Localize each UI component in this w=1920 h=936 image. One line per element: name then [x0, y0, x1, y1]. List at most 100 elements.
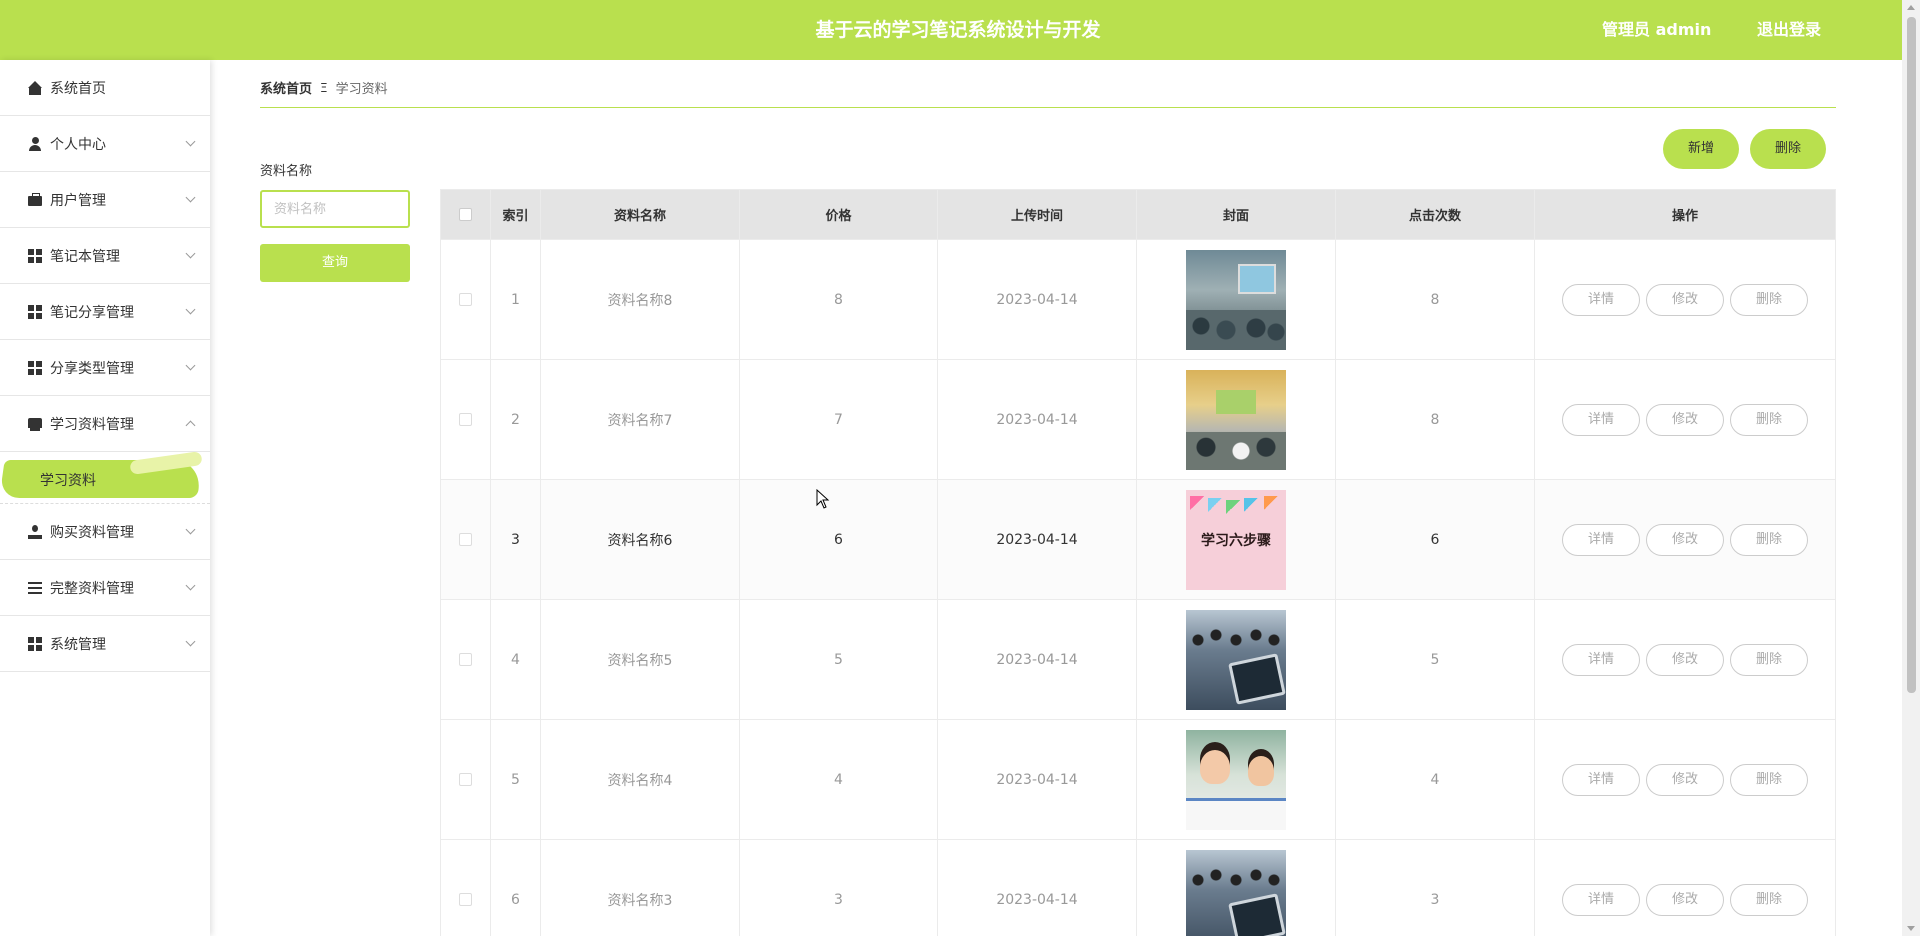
scroll-down-arrow-icon[interactable] — [1907, 926, 1915, 931]
sidebar-item-label: 笔记本管理 — [50, 248, 120, 265]
chevron-down-icon — [185, 304, 196, 315]
bunting-flags — [1186, 495, 1286, 516]
cover-image — [1186, 369, 1286, 470]
cell-name: 资料名称5 — [541, 600, 740, 719]
cell-name: 资料名称3 — [541, 840, 740, 936]
column-header: 封面 — [1137, 190, 1336, 239]
cell-clicks: 5 — [1336, 600, 1535, 719]
detail-button[interactable]: 详情 — [1562, 523, 1640, 556]
book-icon — [28, 417, 42, 431]
user-icon — [28, 136, 42, 151]
edit-button[interactable]: 修改 — [1646, 523, 1724, 556]
delete-button[interactable]: 删除 — [1730, 763, 1808, 796]
sidebar-item-purchase-management[interactable]: 购买资料管理 — [0, 504, 210, 560]
sidebar-item-label: 系统首页 — [50, 80, 106, 97]
delete-button[interactable]: 删除 — [1730, 643, 1808, 676]
delete-button[interactable]: 删除 — [1730, 523, 1808, 556]
page-scrollbar[interactable] — [1902, 0, 1920, 936]
edit-button[interactable]: 修改 — [1646, 763, 1724, 796]
delete-button[interactable]: 删除 — [1730, 283, 1808, 316]
column-header: 点击次数 — [1336, 190, 1535, 239]
add-button[interactable]: 新增 — [1663, 129, 1739, 169]
cell-name: 资料名称6 — [541, 480, 740, 599]
edit-button[interactable]: 修改 — [1646, 883, 1724, 916]
cell-cover — [1137, 600, 1336, 719]
cell-date: 2023-04-14 — [938, 360, 1137, 479]
cell-date: 2023-04-14 — [938, 840, 1137, 936]
sidebar-item-notebook-management[interactable]: 笔记本管理 — [0, 228, 210, 284]
cell-ops: 详情 修改 删除 — [1535, 360, 1835, 479]
cell-cover — [1137, 840, 1336, 936]
chevron-down-icon — [185, 360, 196, 371]
search-label: 资料名称 — [260, 164, 313, 179]
detail-button[interactable]: 详情 — [1562, 883, 1640, 916]
row-checkbox[interactable] — [459, 653, 472, 666]
search-input[interactable] — [260, 190, 410, 228]
bulk-delete-button[interactable]: 删除 — [1750, 129, 1826, 169]
cell-clicks: 8 — [1336, 360, 1535, 479]
cell-name: 资料名称4 — [541, 720, 740, 839]
cell-ops: 详情 修改 删除 — [1535, 600, 1835, 719]
cell-price: 6 — [740, 480, 938, 599]
detail-button[interactable]: 详情 — [1562, 403, 1640, 436]
scroll-up-arrow-icon[interactable] — [1907, 5, 1915, 10]
cover-image — [1186, 249, 1286, 350]
table-row: 3 资料名称6 6 2023-04-14 学习六步骤 6 详情 修改 删除 — [441, 479, 1835, 599]
cell-cover — [1137, 720, 1336, 839]
breadcrumb-current: 学习资料 — [335, 82, 388, 97]
cover-text: 学习六步骤 — [1201, 532, 1271, 549]
sidebar-item-label: 用户管理 — [50, 192, 106, 209]
row-checkbox[interactable] — [459, 533, 472, 546]
detail-button[interactable]: 详情 — [1562, 763, 1640, 796]
row-checkbox[interactable] — [459, 893, 472, 906]
sidebar-item-personal-center[interactable]: 个人中心 — [0, 116, 210, 172]
row-checkbox-cell — [441, 480, 491, 599]
grid-icon — [28, 304, 42, 319]
cell-ops: 详情 修改 删除 — [1535, 480, 1835, 599]
scroll-thumb[interactable] — [1907, 17, 1916, 693]
sidebar-item-home[interactable]: 系统首页 — [0, 60, 210, 116]
delete-button[interactable]: 删除 — [1730, 403, 1808, 436]
row-checkbox-cell — [441, 840, 491, 936]
sidebar-item-label: 笔记分享管理 — [50, 304, 134, 321]
detail-button[interactable]: 详情 — [1562, 643, 1640, 676]
sidebar-item-label: 学习资料管理 — [50, 416, 134, 433]
sidebar-item-system-management[interactable]: 系统管理 — [0, 616, 210, 672]
sidebar-item-label: 系统管理 — [50, 636, 106, 653]
sidebar-item-note-share-management[interactable]: 笔记分享管理 — [0, 284, 210, 340]
sidebar-subitem-study-material[interactable]: 学习资料 — [0, 451, 210, 504]
cell-price: 3 — [740, 840, 938, 936]
cell-clicks: 8 — [1336, 240, 1535, 359]
sidebar: 系统首页 个人中心 用户管理 笔记本管理 笔记分享管理 分享类型管理 学习资料管… — [0, 60, 210, 936]
cell-price: 4 — [740, 720, 938, 839]
edit-button[interactable]: 修改 — [1646, 643, 1724, 676]
row-checkbox[interactable] — [459, 773, 472, 786]
sidebar-item-user-management[interactable]: 用户管理 — [0, 172, 210, 228]
cover-image — [1186, 609, 1286, 710]
cell-index: 2 — [491, 360, 541, 479]
logout-link[interactable]: 退出登录 — [1757, 0, 1821, 60]
user-icon — [28, 524, 42, 539]
materials-table: 索引 资料名称 价格 上传时间 封面 点击次数 操作 1 资料名称8 8 202… — [440, 189, 1836, 936]
table-row: 4 资料名称5 5 2023-04-14 5 详情 修改 删除 — [441, 599, 1835, 719]
chevron-down-icon — [185, 248, 196, 259]
search-button[interactable]: 查询 — [260, 244, 410, 282]
breadcrumb-home[interactable]: 系统首页 — [260, 78, 312, 97]
delete-button[interactable]: 删除 — [1730, 883, 1808, 916]
cell-price: 8 — [740, 240, 938, 359]
column-header: 索引 — [491, 190, 541, 239]
briefcase-icon — [28, 192, 42, 207]
row-checkbox[interactable] — [459, 293, 472, 306]
detail-button[interactable]: 详情 — [1562, 283, 1640, 316]
cell-cover: 学习六步骤 — [1137, 480, 1336, 599]
row-checkbox[interactable] — [459, 413, 472, 426]
edit-button[interactable]: 修改 — [1646, 403, 1724, 436]
select-all-checkbox[interactable] — [459, 208, 472, 221]
cell-date: 2023-04-14 — [938, 480, 1137, 599]
edit-button[interactable]: 修改 — [1646, 283, 1724, 316]
sidebar-item-share-type-management[interactable]: 分享类型管理 — [0, 340, 210, 396]
sidebar-item-study-material-management[interactable]: 学习资料管理 — [0, 396, 210, 452]
sidebar-item-full-material-management[interactable]: 完整资料管理 — [0, 560, 210, 616]
cover-image — [1186, 849, 1286, 936]
table-row: 1 资料名称8 8 2023-04-14 8 详情 修改 删除 — [441, 239, 1835, 359]
